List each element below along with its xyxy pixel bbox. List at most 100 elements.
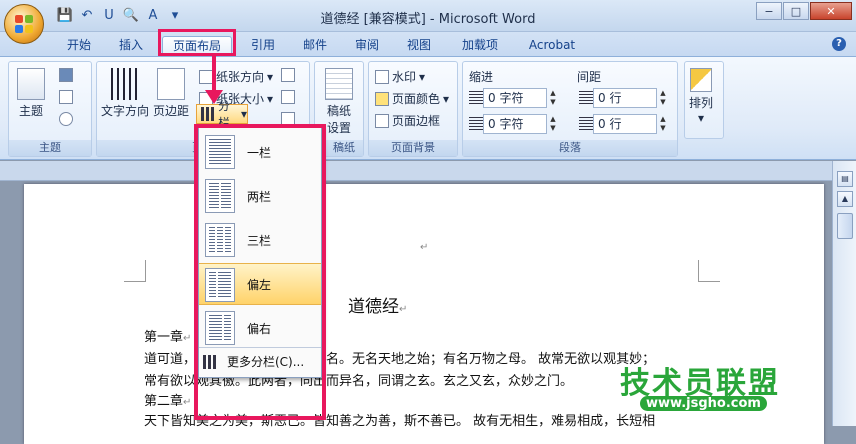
watermark-icon [375, 69, 389, 84]
paragraph-group-label: 段落 [463, 140, 677, 156]
margins-label: 页边距 [153, 104, 190, 118]
space-before-icon [579, 91, 593, 105]
themes-button[interactable]: 主题 [17, 68, 45, 119]
margins-button[interactable]: 页边距 [153, 68, 189, 119]
indent-right-value[interactable]: 0 字符 [483, 114, 547, 134]
line-paragraph-mark: ↵ [183, 397, 192, 408]
theme-fonts-icon[interactable] [59, 90, 73, 104]
page-borders-label: 页面边框 [392, 114, 441, 128]
menu-highlight-box [194, 124, 326, 420]
themes-group-label: 主题 [9, 140, 91, 156]
space-before-value[interactable]: 0 行 [593, 88, 657, 108]
ruler [0, 161, 832, 181]
tab-addins[interactable]: 加载项 [452, 36, 508, 56]
themes-label: 主题 [18, 104, 43, 118]
watermark-button[interactable]: 水印 ▾ [375, 68, 425, 85]
window-title: 道德经 [兼容模式] - Microsoft Word [320, 12, 536, 27]
space-after-field[interactable]: 0 行 ▲ ▼ [579, 114, 669, 134]
margins-icon [157, 68, 185, 100]
restore-button[interactable]: □ [783, 2, 809, 20]
close-button[interactable]: ✕ [810, 2, 852, 20]
ribbon: 主题 主题 文字方向 页边距 纸张方向▾ 纸张大小▾ 页面 [0, 56, 856, 160]
indent-left-field[interactable]: 0 字符 ▲ ▼ [469, 88, 559, 108]
page-background-group: 水印 ▾ 页面颜色 ▾ 页面边框 页面背景 [368, 61, 458, 157]
watermark-url: www.jsgho.com [640, 396, 767, 411]
tab-home[interactable]: 开始 [58, 36, 100, 56]
indent-left-value[interactable]: 0 字符 [483, 88, 547, 108]
indent-label: 缩进 [469, 70, 494, 84]
crop-mark-right [698, 260, 720, 282]
arrange-group: 排列 ▾ [684, 61, 724, 139]
arrange-label: 排列 [689, 96, 714, 110]
draft-paper-label-1: 稿纸 [326, 104, 351, 118]
window-controls: − □ ✕ [756, 2, 852, 20]
arrange-dropdown-icon: ▾ [697, 111, 705, 125]
line-numbers-icon[interactable] [281, 90, 295, 104]
theme-effects-icon[interactable] [59, 112, 73, 126]
page-color-label: 页面颜色 [392, 92, 441, 106]
space-after-stepper[interactable]: ▲ ▼ [657, 114, 669, 134]
paragraph-mark: ↵ [420, 242, 429, 253]
arrange-button[interactable]: 排列 ▾ [689, 68, 713, 125]
breaks-icon[interactable] [281, 68, 295, 82]
vertical-scrollbar[interactable]: ▤ ▲ [832, 161, 856, 426]
indent-right-icon [469, 117, 483, 131]
tab-highlight-box [158, 29, 236, 56]
draft-paper-button[interactable]: 稿纸 设置 [325, 68, 353, 136]
orientation-button[interactable]: 纸张方向 ▾ [199, 68, 273, 85]
theme-colors-icon[interactable] [59, 68, 73, 82]
indent-right-stepper[interactable]: ▲ ▼ [547, 114, 559, 134]
tab-insert[interactable]: 插入 [110, 36, 152, 56]
scroll-thumb[interactable] [837, 213, 853, 239]
columns-button[interactable]: 分栏 ▾ [196, 99, 248, 130]
title-bar: 💾 ↶ U 🔍 A ▾ 道德经 [兼容模式] - Microsoft Word … [0, 0, 856, 32]
page-borders-button[interactable]: 页面边框 [375, 112, 440, 129]
tab-view[interactable]: 视图 [398, 36, 440, 56]
indent-right-field[interactable]: 0 字符 ▲ ▼ [469, 114, 559, 134]
crop-mark-left [124, 260, 146, 282]
draft-paper-icon [325, 68, 353, 100]
tab-acrobat[interactable]: Acrobat [520, 36, 584, 56]
site-watermark: 技术员联盟 www.jsgho.com [620, 358, 780, 411]
tab-references[interactable]: 引用 [242, 36, 284, 56]
document-line: 第二章↵ [144, 394, 192, 409]
orientation-label: 纸张方向 [216, 70, 265, 84]
text-direction-icon [111, 68, 139, 100]
page-color-icon [375, 91, 389, 106]
text-direction-button[interactable]: 文字方向 [101, 68, 149, 119]
themes-icon [17, 68, 45, 100]
space-after-value[interactable]: 0 行 [593, 114, 657, 134]
orientation-icon [199, 69, 213, 84]
space-before-field[interactable]: 0 行 ▲ ▼ [579, 88, 669, 108]
help-icon[interactable]: ? [832, 37, 846, 51]
paragraph-group: 缩进 间距 0 字符 ▲ ▼ 0 字符 ▲ ▼ 0 行 ▲ ▼ 0 行 ▲ ▼ 段落 [462, 61, 678, 157]
scroll-up-icon[interactable]: ▲ [837, 191, 853, 207]
arrange-icon [690, 68, 712, 92]
tab-mailings[interactable]: 邮件 [294, 36, 336, 56]
annotation-arrowhead [205, 90, 223, 104]
space-before-stepper[interactable]: ▲ ▼ [657, 88, 669, 108]
columns-dropdown-icon: ▾ [240, 107, 247, 121]
office-button[interactable] [4, 4, 44, 44]
indent-left-stepper[interactable]: ▲ ▼ [547, 88, 559, 108]
office-logo-icon [13, 13, 35, 35]
tab-review[interactable]: 审阅 [346, 36, 388, 56]
draft-paper-label-2: 设置 [326, 121, 351, 135]
spacing-label: 间距 [577, 70, 602, 84]
page-color-button[interactable]: 页面颜色 ▾ [375, 90, 449, 107]
indent-left-icon [469, 91, 483, 105]
title-paragraph-mark: ↵ [399, 304, 408, 315]
ribbon-tabs: 开始 插入 页面布局 引用 邮件 审阅 视图 加载项 Acrobat [0, 32, 856, 56]
page-borders-icon [375, 113, 389, 128]
themes-group: 主题 主题 [8, 61, 92, 157]
space-after-icon [579, 117, 593, 131]
ruler-toggle-icon[interactable]: ▤ [837, 171, 853, 187]
columns-icon [201, 107, 215, 121]
document-line: 第一章↵ [144, 330, 192, 345]
page-background-group-label: 页面背景 [369, 140, 457, 156]
text-direction-label: 文字方向 [101, 104, 150, 118]
document-title: 道德经↵ [348, 297, 408, 317]
minimize-button[interactable]: − [756, 2, 782, 20]
line-paragraph-mark: ↵ [183, 333, 192, 344]
watermark-label: 水印 [392, 70, 417, 84]
